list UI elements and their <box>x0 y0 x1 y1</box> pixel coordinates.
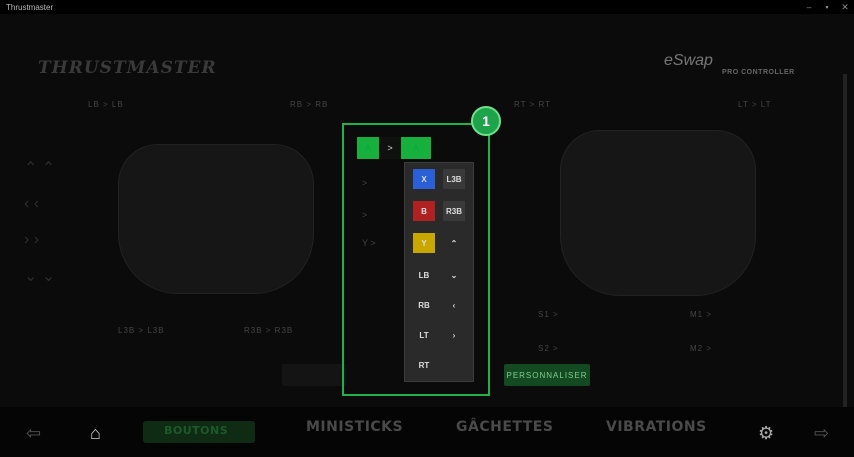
nav-gachettes[interactable]: GÂCHETTES <box>456 419 553 435</box>
dpad-right-row[interactable]: › › <box>24 222 94 258</box>
picker-lb-button[interactable]: LB <box>413 265 435 285</box>
customize-button[interactable]: PERSONNALISER <box>504 364 590 386</box>
source-button[interactable]: A <box>357 137 379 159</box>
controller-front-image <box>118 144 314 294</box>
remap-top-row[interactable]: A > A <box>357 137 431 159</box>
scrollbar[interactable] <box>843 74 847 414</box>
picker-x-button[interactable]: X <box>413 169 435 189</box>
map-label-r3[interactable]: R3B > R3B <box>244 326 293 335</box>
remap-row-b[interactable]: > <box>362 178 367 188</box>
target-button[interactable]: A <box>401 137 431 159</box>
picker-y-button[interactable]: Y <box>413 233 435 253</box>
reset-button[interactable] <box>282 364 346 386</box>
home-icon[interactable]: ⌂ <box>90 423 101 444</box>
brand-logo: THRUSTMASTER <box>38 58 217 78</box>
dpad-up-row[interactable]: ⌃ ⌃ <box>24 150 94 186</box>
dpad-left-icon: ‹ ‹ <box>24 195 40 212</box>
window-title: Thrustmaster <box>6 2 54 12</box>
controller-back-image <box>560 130 756 296</box>
dpad-left-row[interactable]: ‹ ‹ <box>24 186 94 222</box>
arrow-icon: > <box>379 137 401 159</box>
map-label-rb[interactable]: RB > RB <box>290 100 328 109</box>
remap-row-x[interactable]: > <box>362 210 367 220</box>
close-button[interactable]: ✕ <box>836 0 854 14</box>
picker-lt-button[interactable]: LT <box>413 325 435 345</box>
dpad-right-icon: › › <box>24 231 40 248</box>
bottom-nav: ⇦ ⌂ BOUTONS MINISTICKS GÂCHETTES VIBRATI… <box>0 407 854 457</box>
dpad-up-icon: ⌃ ⌃ <box>24 160 56 177</box>
picker-dpad-up-icon[interactable]: ⌃ <box>443 233 465 253</box>
nav-boutons-label[interactable]: BOUTONS <box>164 424 228 437</box>
map-label-rt[interactable]: RT > RT <box>514 100 551 109</box>
product-subtitle: PRO CONTROLLER <box>722 69 795 76</box>
dpad-down-row[interactable]: ⌄ ⌄ <box>24 258 94 294</box>
picker-dpad-down-icon[interactable]: ⌄ <box>443 265 465 285</box>
dpad-down-icon: ⌄ ⌄ <box>24 268 56 285</box>
picker-rt-button[interactable]: RT <box>413 355 435 375</box>
picker-b-button[interactable]: B <box>413 201 435 221</box>
back-icon[interactable]: ⇦ <box>26 423 41 444</box>
gear-icon[interactable]: ⚙ <box>758 423 774 444</box>
picker-dpad-right-icon[interactable]: › <box>443 325 465 345</box>
picker-rb-button[interactable]: RB <box>413 295 435 315</box>
picker-r3b-button[interactable]: R3B <box>443 201 465 221</box>
remap-row-y[interactable]: Y > <box>362 238 376 248</box>
nav-vibrations[interactable]: VIBRATIONS <box>606 419 707 435</box>
callout-badge: 1 <box>471 106 501 136</box>
window-titlebar: Thrustmaster – ▪ ✕ <box>0 0 854 14</box>
map-label-s1[interactable]: S1 > <box>538 310 559 319</box>
product-logo: eSwap <box>664 52 713 69</box>
map-label-s2[interactable]: S2 > <box>538 344 559 353</box>
map-label-m2[interactable]: M2 > <box>690 344 712 353</box>
dpad-mapping-list: ⌃ ⌃ ‹ ‹ › › ⌄ ⌄ <box>24 150 94 294</box>
exit-icon[interactable]: ⇨ <box>814 423 829 444</box>
button-picker-menu: X L3B B R3B Y ⌃ LB ⌄ RB ‹ LT › RT <box>404 162 474 382</box>
map-label-l3[interactable]: L3B > L3B <box>118 326 165 335</box>
map-label-m1[interactable]: M1 > <box>690 310 712 319</box>
nav-ministicks[interactable]: MINISTICKS <box>306 419 403 435</box>
maximize-button[interactable]: ▪ <box>818 0 836 14</box>
picker-dpad-left-icon[interactable]: ‹ <box>443 295 465 315</box>
picker-l3b-button[interactable]: L3B <box>443 169 465 189</box>
map-label-lb[interactable]: LB > LB <box>88 100 124 109</box>
minimize-button[interactable]: – <box>800 0 818 14</box>
map-label-lt[interactable]: LT > LT <box>738 100 771 109</box>
